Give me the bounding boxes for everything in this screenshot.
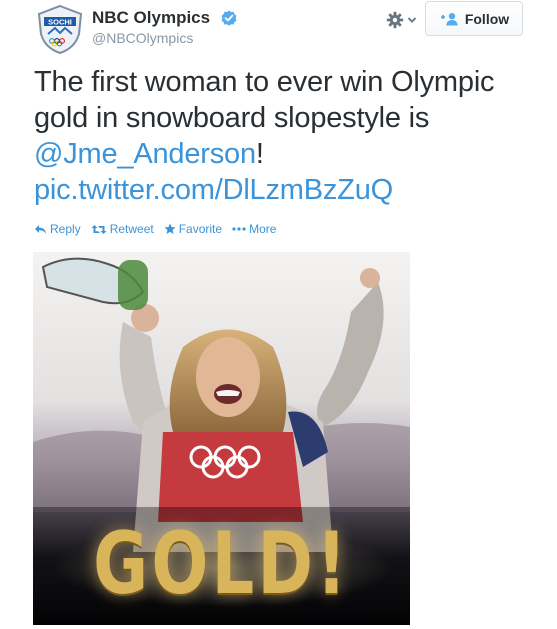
reply-icon bbox=[35, 224, 46, 234]
more-dots-icon bbox=[232, 227, 246, 231]
star-icon bbox=[164, 223, 176, 234]
gold-overlay-text: GOLD! bbox=[93, 514, 350, 614]
retweet-action[interactable]: Retweet bbox=[91, 222, 154, 236]
tweet-text-body: The first woman to ever win Olympic gold… bbox=[34, 66, 495, 134]
favorite-label: Favorite bbox=[178, 222, 223, 236]
reply-action[interactable]: Reply bbox=[34, 222, 81, 236]
avatar[interactable]: SOCHI bbox=[35, 4, 85, 54]
retweet-label: Retweet bbox=[109, 222, 154, 236]
gear-icon bbox=[386, 11, 404, 29]
add-user-icon bbox=[440, 12, 458, 25]
author-handle[interactable]: @NBCOlympics bbox=[92, 30, 193, 46]
mention-link[interactable]: @Jme_Anderson bbox=[34, 138, 256, 170]
avatar-text: SOCHI bbox=[48, 18, 72, 27]
tweet-photo[interactable]: GOLD! bbox=[33, 252, 410, 625]
follow-button[interactable]: Follow bbox=[425, 1, 523, 36]
reply-label: Reply bbox=[50, 222, 81, 236]
tweet-text: The first woman to ever win Olympic gold… bbox=[34, 64, 534, 208]
more-label: More bbox=[249, 222, 277, 236]
tweet-card: SOCHI NBC Olympics @NBCOlympics Follow T… bbox=[0, 0, 557, 629]
tweet-text-suffix: ! bbox=[255, 138, 264, 170]
follow-label: Follow bbox=[464, 10, 510, 27]
tweet-actions: Reply Retweet Favorite More bbox=[34, 222, 276, 236]
user-actions-dropdown[interactable] bbox=[386, 9, 420, 31]
favorite-action[interactable]: Favorite bbox=[164, 222, 222, 236]
more-action[interactable]: More bbox=[232, 222, 276, 236]
verified-icon bbox=[221, 10, 237, 26]
author-name[interactable]: NBC Olympics bbox=[92, 8, 210, 28]
media-link[interactable]: pic.twitter.com/DlLzmBzZuQ bbox=[34, 174, 393, 206]
retweet-icon bbox=[91, 224, 107, 234]
chevron-down-icon bbox=[407, 17, 417, 23]
